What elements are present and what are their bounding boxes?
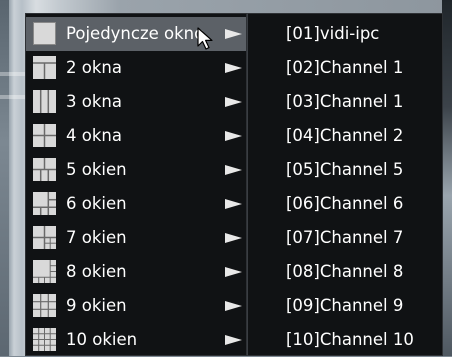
single-window-layout-icon <box>33 22 56 45</box>
layout-context-menu: Pojedyncze okno 2 okna 3 okna 4 okna 5 o… <box>25 13 247 356</box>
submenu-item-channel-07[interactable]: [07]Channel 7 <box>248 221 442 255</box>
submenu-arrow-icon <box>225 335 242 345</box>
menu-item-label: 9 okien <box>66 296 127 315</box>
submenu-arrow-icon <box>225 267 242 277</box>
menu-item-label: 7 okien <box>66 228 127 247</box>
submenu-item-channel-04[interactable]: [04]Channel 2 <box>248 119 442 153</box>
menu-item-9-windows[interactable]: 9 okien <box>26 289 246 323</box>
submenu-item-label: [03]Channel 1 <box>286 92 404 111</box>
submenu-item-channel-03[interactable]: [03]Channel 1 <box>248 85 442 119</box>
submenu-arrow-icon <box>225 301 242 311</box>
submenu-arrow-icon <box>225 131 242 141</box>
menu-item-label: 5 okien <box>66 160 127 179</box>
submenu-item-channel-10[interactable]: [10]Channel 10 <box>248 323 442 357</box>
six-window-layout-icon <box>33 192 56 215</box>
menu-item-8-windows[interactable]: 8 okien <box>26 255 246 289</box>
menu-item-4-windows[interactable]: 4 okna <box>26 119 246 153</box>
submenu-item-channel-06[interactable]: [06]Channel 6 <box>248 187 442 221</box>
channel-submenu: [01]vidi-ipc [02]Channel 1 [03]Channel 1… <box>247 13 443 356</box>
submenu-item-label: [04]Channel 2 <box>286 126 404 145</box>
mouse-pointer-icon <box>197 27 213 50</box>
three-window-layout-icon <box>33 90 56 113</box>
menu-item-label: 4 okna <box>66 126 122 145</box>
menu-item-label: 3 okna <box>66 92 122 111</box>
submenu-item-label: [08]Channel 8 <box>286 262 404 281</box>
menu-item-3-windows[interactable]: 3 okna <box>26 85 246 119</box>
four-window-layout-icon <box>33 124 56 147</box>
submenu-arrow-icon <box>225 97 242 107</box>
menu-item-label: 6 okien <box>66 194 127 213</box>
camera-feed-right-edge <box>442 0 452 356</box>
submenu-item-label: [07]Channel 7 <box>286 228 404 247</box>
menu-item-5-windows[interactable]: 5 okien <box>26 153 246 187</box>
submenu-item-label: [05]Channel 5 <box>286 160 404 179</box>
submenu-item-channel-08[interactable]: [08]Channel 8 <box>248 255 442 289</box>
submenu-item-channel-02[interactable]: [02]Channel 1 <box>248 51 442 85</box>
submenu-item-label: [02]Channel 1 <box>286 58 404 77</box>
two-window-layout-icon <box>33 56 56 79</box>
menu-item-7-windows[interactable]: 7 okien <box>26 221 246 255</box>
menu-item-label: 2 okna <box>66 58 122 77</box>
submenu-item-label: [09]Channel 9 <box>286 296 404 315</box>
submenu-arrow-icon <box>225 63 242 73</box>
five-window-layout-icon <box>33 158 56 181</box>
nine-window-layout-icon <box>33 294 56 317</box>
submenu-item-channel-09[interactable]: [09]Channel 9 <box>248 289 442 323</box>
submenu-item-channel-05[interactable]: [05]Channel 5 <box>248 153 442 187</box>
eight-window-layout-icon <box>33 260 56 283</box>
submenu-item-label: [10]Channel 10 <box>286 330 414 349</box>
menu-item-6-windows[interactable]: 6 okien <box>26 187 246 221</box>
submenu-arrow-icon <box>225 199 242 209</box>
submenu-arrow-icon <box>225 165 242 175</box>
camera-feed-edge <box>0 0 9 356</box>
menu-item-label: 8 okien <box>66 262 127 281</box>
menu-item-2-windows[interactable]: 2 okna <box>26 51 246 85</box>
menu-item-10-windows[interactable]: 10 okien <box>26 323 246 357</box>
submenu-item-channel-01[interactable]: [01]vidi-ipc <box>248 17 442 51</box>
ten-window-layout-icon <box>33 328 56 351</box>
seven-window-layout-icon <box>33 226 56 249</box>
submenu-item-label: [01]vidi-ipc <box>286 24 380 43</box>
menu-item-label: 10 okien <box>66 330 138 349</box>
submenu-arrow-icon <box>225 233 242 243</box>
submenu-item-label: [06]Channel 6 <box>286 194 404 213</box>
submenu-arrow-icon <box>225 29 242 39</box>
menu-item-label: Pojedyncze okno <box>66 24 205 43</box>
